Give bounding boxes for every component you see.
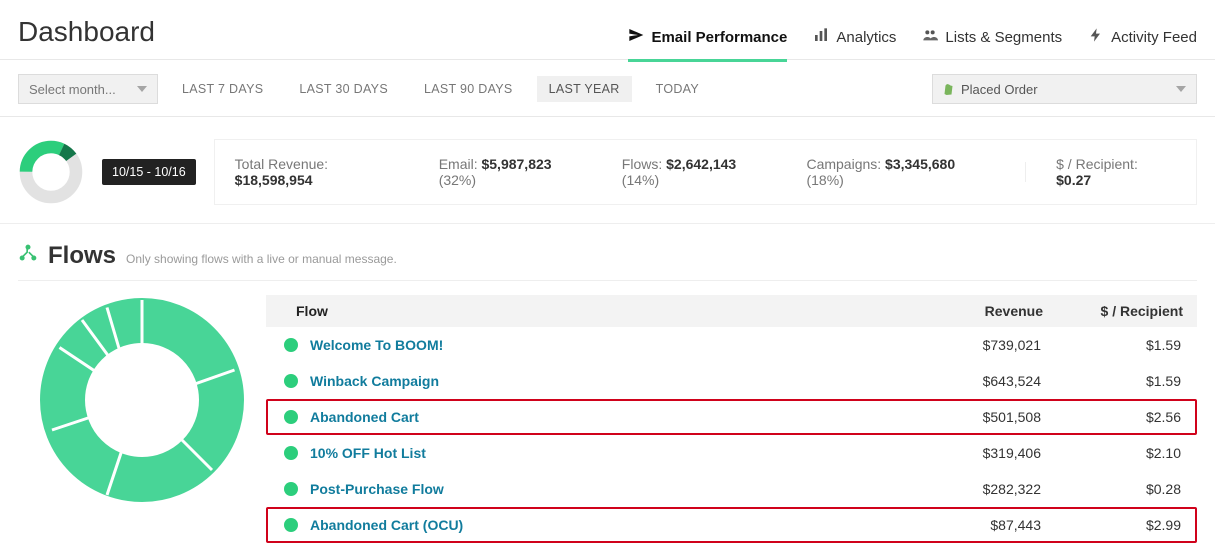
flows-heading: Flows: [48, 242, 116, 270]
flows-donut: [18, 295, 266, 543]
flow-name-link[interactable]: Abandoned Cart (OCU): [310, 517, 871, 533]
tab-label: Email Performance: [651, 29, 787, 46]
tab-label: Activity Feed: [1111, 29, 1197, 46]
metric-campaigns: Campaigns: $3,345,680 (18%): [806, 156, 995, 188]
users-icon: [922, 27, 938, 47]
cell-per-recipient: $1.59: [1041, 337, 1181, 353]
table-row: Abandoned Cart (OCU)$87,443$2.99: [266, 507, 1197, 543]
table-row: Welcome To BOOM!$739,021$1.59: [266, 327, 1197, 363]
summary-donut: [18, 139, 84, 205]
flows-section-header: Flows Only showing flows with a live or …: [18, 242, 1197, 281]
tab-analytics[interactable]: Analytics: [813, 27, 896, 62]
status-dot: [284, 446, 298, 460]
cell-per-recipient: $1.59: [1041, 373, 1181, 389]
metric-total: Total Revenue: $18,598,954: [235, 156, 409, 188]
status-dot: [284, 518, 298, 532]
flows-hint: Only showing flows with a live or manual…: [126, 252, 397, 266]
bar-chart-icon: [813, 27, 829, 47]
paper-plane-icon: [628, 27, 644, 47]
th-revenue[interactable]: Revenue: [873, 303, 1043, 319]
status-dot: [284, 410, 298, 424]
status-dot: [284, 482, 298, 496]
flows-table-header: Flow Revenue $ / Recipient: [266, 295, 1197, 327]
chevron-down-icon: [137, 86, 147, 92]
cell-per-recipient: $0.28: [1041, 481, 1181, 497]
tab-label: Lists & Segments: [945, 29, 1062, 46]
table-row: Post-Purchase Flow$282,322$0.28: [266, 471, 1197, 507]
bolt-icon: [1088, 27, 1104, 47]
date-range-chip: 10/15 - 10/16: [102, 159, 196, 185]
tab-label: Analytics: [836, 29, 896, 46]
range-today[interactable]: TODAY: [644, 76, 711, 102]
cell-revenue: $643,524: [871, 373, 1041, 389]
status-dot: [284, 338, 298, 352]
table-row: Abandoned Cart$501,508$2.56: [266, 399, 1197, 435]
event-select[interactable]: Placed Order: [932, 74, 1197, 104]
flows-table: Flow Revenue $ / Recipient Welcome To BO…: [266, 295, 1197, 543]
flow-name-link[interactable]: Winback Campaign: [310, 373, 871, 389]
summary-metrics: Total Revenue: $18,598,954 Email: $5,987…: [214, 139, 1197, 205]
th-per-recipient[interactable]: $ / Recipient: [1043, 303, 1183, 319]
cell-revenue: $282,322: [871, 481, 1041, 497]
range-last-30-days[interactable]: LAST 30 DAYS: [287, 76, 400, 102]
range-last-90-days[interactable]: LAST 90 DAYS: [412, 76, 525, 102]
range-last-7-days[interactable]: LAST 7 DAYS: [170, 76, 275, 102]
tab-email-performance[interactable]: Email Performance: [628, 27, 787, 62]
cell-revenue: $739,021: [871, 337, 1041, 353]
dashboard-header: Dashboard Email Performance Analytics Li…: [0, 0, 1215, 60]
cell-revenue: $501,508: [871, 409, 1041, 425]
flows-rows: Welcome To BOOM!$739,021$1.59Winback Cam…: [266, 327, 1197, 543]
th-flow[interactable]: Flow: [296, 303, 873, 319]
filter-bar: Select month... LAST 7 DAYS LAST 30 DAYS…: [0, 60, 1215, 117]
summary-row: 10/15 - 10/16 Total Revenue: $18,598,954…: [0, 117, 1215, 224]
shopify-icon: [943, 82, 955, 96]
cell-revenue: $87,443: [871, 517, 1041, 533]
select-value: Placed Order: [961, 82, 1176, 97]
divider: [1025, 162, 1026, 182]
flow-name-link[interactable]: Welcome To BOOM!: [310, 337, 871, 353]
tab-lists-segments[interactable]: Lists & Segments: [922, 27, 1062, 62]
flows-body: Flow Revenue $ / Recipient Welcome To BO…: [18, 281, 1197, 543]
month-select[interactable]: Select month...: [18, 74, 158, 104]
tab-activity-feed[interactable]: Activity Feed: [1088, 27, 1197, 62]
range-last-year[interactable]: LAST YEAR: [537, 76, 632, 102]
cell-per-recipient: $2.10: [1041, 445, 1181, 461]
cell-per-recipient: $2.99: [1041, 517, 1181, 533]
table-row: Winback Campaign$643,524$1.59: [266, 363, 1197, 399]
status-dot: [284, 374, 298, 388]
page-title: Dashboard: [18, 16, 155, 48]
flows-section: Flows Only showing flows with a live or …: [0, 224, 1215, 543]
main-nav: Email Performance Analytics Lists & Segm…: [628, 14, 1197, 49]
select-placeholder: Select month...: [29, 82, 116, 97]
filter-left: Select month... LAST 7 DAYS LAST 30 DAYS…: [18, 74, 711, 104]
chevron-down-icon: [1176, 86, 1186, 92]
metric-email: Email: $5,987,823 (32%): [439, 156, 592, 188]
metric-flows: Flows: $2,642,143 (14%): [622, 156, 777, 188]
flows-icon: [18, 243, 38, 268]
cell-per-recipient: $2.56: [1041, 409, 1181, 425]
table-row: 10% OFF Hot List$319,406$2.10: [266, 435, 1197, 471]
flow-name-link[interactable]: 10% OFF Hot List: [310, 445, 871, 461]
cell-revenue: $319,406: [871, 445, 1041, 461]
flow-name-link[interactable]: Abandoned Cart: [310, 409, 871, 425]
flow-name-link[interactable]: Post-Purchase Flow: [310, 481, 871, 497]
metric-per-recipient: $ / Recipient: $0.27: [1056, 156, 1176, 188]
